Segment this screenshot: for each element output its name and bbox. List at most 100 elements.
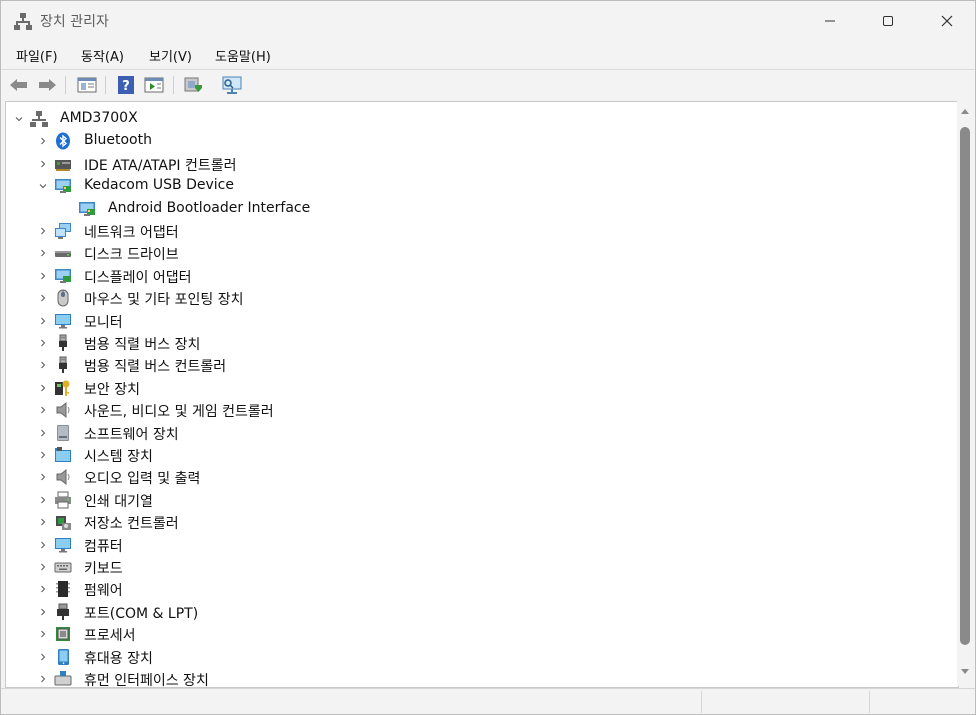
display-device-icon	[222, 76, 242, 94]
chevron-right-icon[interactable]	[38, 248, 48, 258]
chevron-right-icon[interactable]	[38, 629, 48, 639]
chevron-right-icon[interactable]	[38, 674, 48, 684]
tree-category[interactable]: 마우스 및 기타 포인팅 장치	[6, 287, 946, 309]
device-label: IDE ATA/ATAPI 컨트롤러	[84, 157, 237, 174]
tree-category[interactable]: 네트워크 어댑터	[6, 220, 946, 242]
tree-category[interactable]: 저장소 컨트롤러	[6, 511, 946, 533]
tree-category[interactable]: 소프트웨어 장치	[6, 422, 946, 444]
tree-root-computer[interactable]: AMD3700X	[6, 108, 946, 130]
minimize-button[interactable]	[807, 7, 853, 35]
speaker-icon	[56, 469, 70, 486]
chevron-down-icon[interactable]	[38, 181, 48, 191]
chevron-right-icon[interactable]	[38, 450, 48, 460]
chevron-right-icon[interactable]	[38, 652, 48, 662]
chevron-right-icon[interactable]	[38, 428, 48, 438]
status-bar-segment	[869, 691, 870, 713]
tree-category[interactable]: 디스플레이 어댑터	[6, 265, 946, 287]
chevron-right-icon[interactable]	[38, 293, 48, 303]
device-manager-window: 장치 관리자 파일(F) 동작(A) 보기(V) 도움말(H) ? AMD370…	[0, 0, 976, 715]
chevron-right-icon[interactable]	[38, 517, 48, 527]
forward-arrow-icon	[39, 79, 56, 91]
chevron-down-icon[interactable]	[14, 114, 24, 124]
speaker-icon	[56, 402, 70, 419]
scroll-down-arrow-icon[interactable]	[961, 669, 969, 674]
computer-root-icon	[30, 111, 48, 127]
tree-category[interactable]: 범용 직렬 버스 장치	[6, 332, 946, 354]
chevron-right-icon[interactable]	[38, 159, 48, 169]
toolbar-separator	[65, 76, 66, 94]
tree-category[interactable]: 모니터	[6, 310, 946, 332]
tree-category[interactable]: 오디오 입력 및 출력	[6, 466, 946, 488]
software-device-icon	[57, 424, 69, 441]
status-bar-segment	[701, 691, 702, 713]
menu-view[interactable]: 보기(V)	[149, 46, 192, 65]
toolbar: ?	[1, 69, 975, 100]
chevron-right-icon[interactable]	[38, 338, 48, 348]
maximize-icon	[883, 16, 893, 26]
chevron-right-icon[interactable]	[38, 540, 48, 550]
back-button[interactable]	[8, 74, 30, 96]
device-label: 네트워크 어댑터	[84, 225, 179, 241]
tree-category[interactable]: 시스템 장치	[6, 444, 946, 466]
device-label: 디스플레이 어댑터	[84, 269, 192, 286]
display-device-button[interactable]	[221, 74, 243, 96]
menu-help[interactable]: 도움말(H)	[215, 46, 271, 65]
tree-device[interactable]: Android Bootloader Interface	[6, 198, 946, 220]
chevron-right-icon[interactable]	[38, 271, 48, 281]
device-label: 컴퓨터	[84, 538, 123, 555]
tree-category[interactable]: 휴먼 인터페이스 장치	[6, 668, 946, 687]
tree-category[interactable]: 컴퓨터	[6, 534, 946, 556]
title-bar[interactable]: 장치 관리자	[1, 1, 975, 41]
tree-category[interactable]: 범용 직렬 버스 컨트롤러	[6, 354, 946, 376]
tree-category[interactable]: IDE ATA/ATAPI 컨트롤러	[6, 153, 946, 175]
chevron-right-icon[interactable]	[38, 562, 48, 572]
usb-plug-icon	[59, 356, 67, 374]
chevron-right-icon[interactable]	[38, 360, 48, 370]
close-button[interactable]	[924, 7, 970, 35]
maximize-button[interactable]	[865, 7, 911, 35]
menu-file[interactable]: 파일(F)	[16, 46, 58, 65]
vertical-scrollbar[interactable]	[957, 101, 975, 686]
tree-category[interactable]: Kedacom USB Device	[6, 175, 946, 197]
menu-bar: 파일(F) 동작(A) 보기(V) 도움말(H)	[1, 41, 975, 69]
chevron-right-icon[interactable]	[38, 495, 48, 505]
minimize-icon	[825, 20, 835, 22]
scroll-up-arrow-icon[interactable]	[961, 109, 969, 114]
forward-button[interactable]	[36, 74, 58, 96]
window-title: 장치 관리자	[40, 14, 109, 30]
device-label: 프로세서	[84, 628, 136, 645]
chevron-right-icon[interactable]	[38, 226, 48, 236]
menu-action[interactable]: 동작(A)	[81, 46, 124, 65]
chevron-right-icon[interactable]	[38, 316, 48, 326]
scan-hardware-button[interactable]	[182, 74, 204, 96]
tree-category[interactable]: 휴대용 장치	[6, 646, 946, 668]
chevron-right-icon[interactable]	[38, 584, 48, 594]
device-label: 마우스 및 기타 포인팅 장치	[84, 292, 244, 309]
tree-category[interactable]: 키보드	[6, 556, 946, 578]
tree-category[interactable]: 디스크 드라이브	[6, 242, 946, 264]
close-icon	[941, 15, 953, 27]
usb-plug-icon	[59, 334, 67, 351]
chevron-right-icon[interactable]	[38, 607, 48, 617]
scan-hardware-icon	[184, 77, 202, 92]
status-bar	[1, 688, 975, 714]
tree-category[interactable]: Bluetooth	[6, 130, 946, 152]
scroll-thumb[interactable]	[960, 127, 970, 645]
portable-device-icon	[58, 648, 69, 665]
chevron-right-icon[interactable]	[38, 383, 48, 393]
device-label: Kedacom USB Device	[84, 177, 234, 194]
tree-category[interactable]: 보안 장치	[6, 377, 946, 399]
help-button[interactable]: ?	[115, 74, 137, 96]
tree-category[interactable]: 포트(COM & LPT)	[6, 601, 946, 623]
processor-icon	[56, 627, 70, 642]
update-driver-button[interactable]	[143, 74, 165, 96]
tree-category[interactable]: 펌웨어	[6, 578, 946, 600]
tree-category[interactable]: 프로세서	[6, 623, 946, 645]
tree-category[interactable]: 사운드, 비디오 및 게임 컨트롤러	[6, 399, 946, 421]
chevron-right-icon[interactable]	[38, 405, 48, 415]
device-tree[interactable]: AMD3700X Bluetooth IDE ATA/ATAPI 컨트롤러 Kedac…	[5, 101, 959, 688]
tree-category[interactable]: 인쇄 대기열	[6, 489, 946, 511]
chevron-right-icon[interactable]	[38, 136, 48, 146]
properties-button[interactable]	[76, 74, 98, 96]
chevron-right-icon[interactable]	[38, 472, 48, 482]
